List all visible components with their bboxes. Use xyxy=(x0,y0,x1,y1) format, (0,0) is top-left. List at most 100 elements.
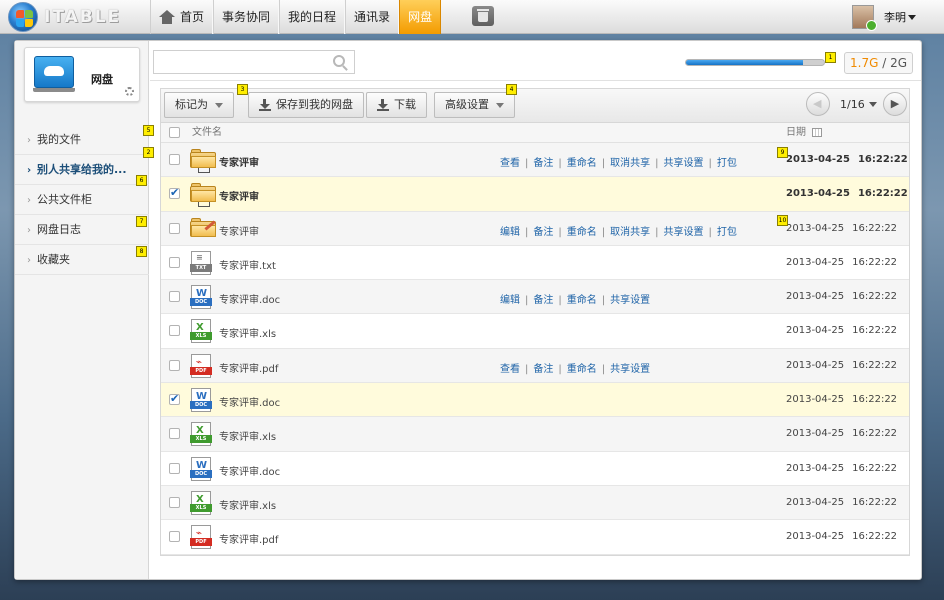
table-row[interactable]: X XLS 专家评审.xls 2013-04-25 16:22:22 xyxy=(161,417,909,452)
table-row[interactable]: ⌁ PDF 专家评审.pdf 查看 | 备注 | 重命名 | 共享设置 2013-04-25 16:2… xyxy=(161,348,909,384)
row-checkbox[interactable] xyxy=(169,222,180,234)
row-checkbox[interactable] xyxy=(169,392,180,406)
windows-orb-icon xyxy=(8,2,38,32)
save-icon xyxy=(259,99,271,111)
row-action-link[interactable]: 备注 xyxy=(533,295,553,306)
file-name[interactable]: 专家评审.xls xyxy=(219,428,276,443)
row-checkbox[interactable] xyxy=(169,359,180,371)
row-action-link[interactable]: 打包 xyxy=(717,158,737,169)
row-action-link[interactable]: 共享设置 xyxy=(610,364,650,375)
nav-contacts[interactable]: 通讯录 xyxy=(345,0,400,34)
row-action-link[interactable]: 取消共享 xyxy=(610,158,650,169)
page-select[interactable]: 1/16 xyxy=(840,98,877,111)
table-row[interactable]: 专家评审 2013-04-25 16:22:22 xyxy=(161,177,909,212)
gear-icon[interactable] xyxy=(125,87,134,96)
file-name[interactable]: 专家评审.xls xyxy=(219,497,276,512)
trash-icon[interactable] xyxy=(472,6,494,26)
action-separator: | xyxy=(558,226,562,238)
file-date-day: 2013-04-25 xyxy=(786,291,845,303)
file-name[interactable]: 专家评审.doc xyxy=(219,463,280,478)
annotation-badge: 6 xyxy=(136,175,147,186)
table-row[interactable]: 专家评审 查看 | 备注 | 重命名 | 取消共享 | 共享设置 | 打包 2013-04-25 16:2… xyxy=(161,143,909,178)
file-name[interactable]: 专家评审.xls xyxy=(219,325,276,340)
row-action-link[interactable]: 查看 xyxy=(500,364,520,375)
table-row[interactable]: X XLS 专家评审.xls 2013-04-25 16:22:22 xyxy=(161,485,909,521)
next-page-icon[interactable] xyxy=(882,92,907,116)
file-date: 2013-04-25 16:22:22 xyxy=(786,257,897,268)
row-action-link[interactable]: 编辑 xyxy=(500,227,520,238)
row-action-link[interactable]: 重命名 xyxy=(567,227,597,238)
file-name[interactable]: 专家评审 xyxy=(219,223,259,238)
row-checkbox[interactable] xyxy=(169,531,180,543)
download-button[interactable]: 下载 xyxy=(366,92,427,118)
table-row[interactable]: WDOC 专家评审.doc 2013-04-25 16:22:22 xyxy=(161,451,909,486)
file-date-day: 2013-04-25 xyxy=(786,394,845,406)
nav-home[interactable]: 首页 xyxy=(150,0,214,34)
nav-netdisk[interactable]: 网盘 xyxy=(399,0,442,34)
sidebar-item-favorites[interactable]: › 收藏夹 xyxy=(15,245,149,275)
file-name[interactable]: 专家评审.pdf xyxy=(219,531,278,546)
annotation-badge: 7 xyxy=(136,216,147,227)
row-checkbox[interactable] xyxy=(169,496,180,508)
col-filename[interactable]: 文件名 xyxy=(192,123,222,143)
row-action-link[interactable]: 查看 xyxy=(500,158,520,169)
row-checkbox[interactable] xyxy=(169,325,180,337)
row-action-link[interactable]: 打包 xyxy=(717,227,737,238)
user-name: 李明 xyxy=(884,12,906,24)
row-checkbox[interactable] xyxy=(169,186,180,200)
row-action-link[interactable]: 备注 xyxy=(533,227,553,238)
row-action-link[interactable]: 备注 xyxy=(533,364,553,375)
row-action-link[interactable]: 共享设置 xyxy=(664,158,704,169)
sidebar-item-shared-with-me[interactable]: › 别人共享给我的... xyxy=(15,155,149,185)
search-input[interactable] xyxy=(153,50,355,74)
select-all-checkbox[interactable] xyxy=(169,127,180,138)
file-date-time: 16:22:22 xyxy=(852,394,898,406)
file-name[interactable]: 专家评审.txt xyxy=(219,257,276,272)
row-action-link[interactable]: 取消共享 xyxy=(610,227,650,238)
row-action-link[interactable]: 备注 xyxy=(533,158,553,169)
sidebar-item-public-cabinet[interactable]: › 公共文件柜 xyxy=(15,185,149,215)
nav-collaboration[interactable]: 事务协同 xyxy=(213,0,280,34)
table-row[interactable]: X XLS 专家评审.xls 2013-04-25 16:22:22 xyxy=(161,314,909,349)
file-name[interactable]: 专家评审 xyxy=(219,154,259,169)
table-row[interactable]: W DOC 专家评审.doc 编辑 | 备注 | 重命名 | 共享设置 2013-04-25 16:2… xyxy=(161,280,909,315)
app-logo[interactable]: ITABLE xyxy=(8,2,121,32)
row-action-link[interactable]: 重命名 xyxy=(567,158,597,169)
table-row[interactable]: ⌁ PDF 专家评审.pdf 2013-04-25 16:22:22 xyxy=(161,520,909,555)
netdisk-card[interactable]: 网盘 xyxy=(24,47,140,102)
file-name[interactable]: 专家评审.doc xyxy=(219,291,280,306)
netdisk-title: 网盘 xyxy=(91,73,113,86)
file-name[interactable]: 专家评审.doc xyxy=(219,394,280,409)
row-checkbox[interactable] xyxy=(169,291,180,303)
nav-schedule[interactable]: 我的日程 xyxy=(279,0,346,34)
file-name[interactable]: 专家评审.pdf xyxy=(219,360,278,375)
row-action-link[interactable]: 编辑 xyxy=(500,295,520,306)
table-row[interactable]: 专家评审 编辑 | 备注 | 重命名 | 取消共享 | 共享设置 | 打包 2013-04-25 16:2… xyxy=(161,211,909,246)
table-row[interactable]: WDOC 专家评审.doc 2013-04-25 16:22:22 xyxy=(161,383,909,418)
sidebar-item-label: 收藏夹 xyxy=(37,253,70,266)
save-to-my-disk-button[interactable]: 保存到我的网盘 xyxy=(248,92,364,118)
advanced-settings-button[interactable]: 高级设置 xyxy=(434,92,515,118)
sidebar: 网盘 › 我的文件 › 别人共享给我的... › 公共文件柜 › 网盘日志 › 收藏夹 xyxy=(15,41,149,579)
search-icon[interactable] xyxy=(333,55,345,67)
mark-as-button[interactable]: 标记为 xyxy=(164,92,234,118)
row-action-link[interactable]: 重命名 xyxy=(567,295,597,306)
row-action-link[interactable]: 共享设置 xyxy=(664,227,704,238)
row-action-link[interactable]: 重命名 xyxy=(567,364,597,375)
row-checkbox[interactable] xyxy=(169,256,180,268)
user-menu[interactable]: 李明 xyxy=(852,5,916,31)
row-checkbox[interactable] xyxy=(169,154,180,165)
shared-folder-icon xyxy=(190,183,216,208)
prev-page-icon[interactable] xyxy=(806,92,830,116)
chevron-down-icon xyxy=(496,102,504,108)
download-label: 下载 xyxy=(394,98,416,111)
row-checkbox[interactable] xyxy=(169,462,180,474)
row-action-link[interactable]: 共享设置 xyxy=(610,295,650,306)
sidebar-item-my-files[interactable]: › 我的文件 xyxy=(15,125,149,155)
col-date[interactable]: 日期 xyxy=(786,123,822,143)
sidebar-list: › 我的文件 › 别人共享给我的... › 公共文件柜 › 网盘日志 › 收藏夹 xyxy=(15,125,149,275)
sidebar-item-disk-log[interactable]: › 网盘日志 xyxy=(15,215,149,245)
row-checkbox[interactable] xyxy=(169,428,180,440)
table-row[interactable]: ≡ TXT 专家评审.txt 2013-04-25 16:22:22 xyxy=(161,245,909,281)
file-name[interactable]: 专家评审 xyxy=(219,188,259,203)
